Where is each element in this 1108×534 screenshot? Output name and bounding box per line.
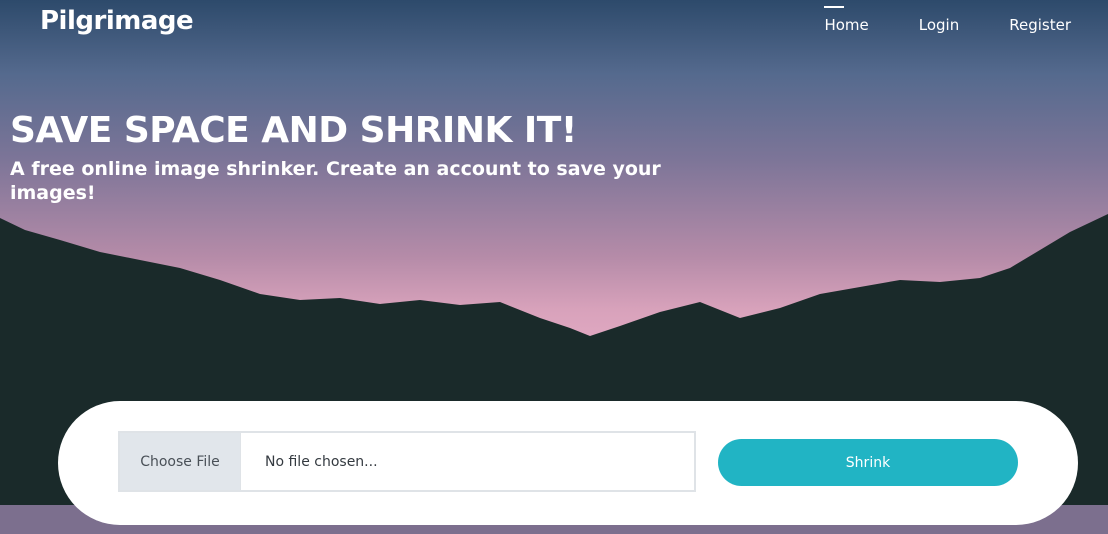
main-nav: Home Login Register (824, 6, 1071, 36)
nav-login-label: Login (918, 16, 960, 34)
nav-login[interactable]: Login (919, 14, 959, 36)
nav-register[interactable]: Register (1009, 14, 1071, 36)
upload-form: Choose File No file chosen... Shrink (58, 401, 1078, 525)
file-status-text: No file chosen... (265, 453, 378, 470)
choose-file-button[interactable]: Choose File (120, 433, 241, 490)
landing-page: Pilgrimage Home Login Register SAVE SPAC… (0, 0, 1108, 534)
hero-title: SAVE SPACE AND SHRINK IT! (10, 110, 577, 151)
nav-register-label: Register (1009, 16, 1071, 34)
active-indicator (824, 6, 845, 8)
file-input[interactable]: Choose File No file chosen... (118, 431, 696, 492)
hero-subtitle: A free online image shrinker. Create an … (10, 158, 661, 204)
brand-logo[interactable]: Pilgrimage (40, 6, 194, 36)
nav-home-label: Home (824, 16, 869, 34)
nav-home[interactable]: Home (824, 6, 869, 36)
shrink-button[interactable]: Shrink (718, 439, 1018, 486)
